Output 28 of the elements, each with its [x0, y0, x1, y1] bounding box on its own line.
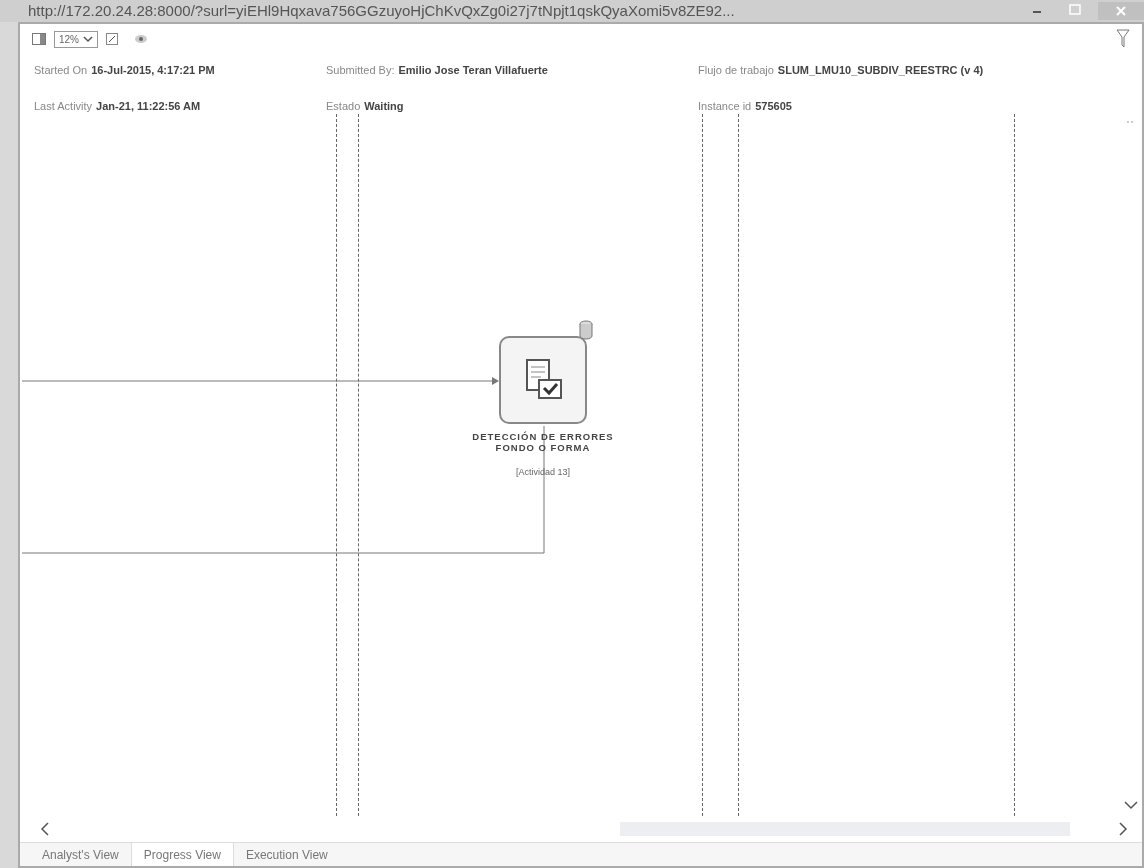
- field-label: Submitted By:: [326, 63, 395, 78]
- field-label: Flujo de trabajo: [698, 63, 774, 78]
- node-subtitle: [Actividad 13]: [515, 466, 571, 479]
- caret-icon: [83, 35, 93, 43]
- node-title: DETECCIÓN DE ERRORES FONDO O FORMA: [471, 432, 615, 454]
- activity-node[interactable]: [499, 336, 587, 424]
- field-label: Estado: [326, 98, 361, 114]
- fit-icon[interactable]: [106, 33, 118, 45]
- view-tab[interactable]: Execution View: [233, 843, 340, 866]
- field-value: 16-Jul-2015, 4:17:21 PM: [91, 63, 215, 78]
- filter-icon[interactable]: [1116, 29, 1130, 49]
- scroll-left-icon[interactable]: [40, 822, 50, 836]
- field-value: 575605: [755, 98, 792, 114]
- panel-icon[interactable]: [32, 33, 46, 45]
- view-tab[interactable]: Progress View: [130, 843, 234, 866]
- field-value: Jan-21, 11:22:56 AM: [96, 98, 201, 114]
- field-label: Instance id: [698, 98, 752, 114]
- database-icon: [578, 320, 594, 340]
- field-value: Emilio Jose Teran Villafuerte: [398, 63, 548, 78]
- field-label: Last Activity: [34, 98, 93, 114]
- field-value: SLUM_LMU10_SUBDIV_REESTRC (v 4): [777, 63, 984, 78]
- scroll-down-icon[interactable]: [1124, 800, 1138, 810]
- field-label: Started On: [34, 63, 88, 78]
- view-tab[interactable]: Analyst's View: [30, 843, 131, 866]
- eye-icon[interactable]: [134, 33, 148, 45]
- window-title: http://172.20.24.28:8000/?surl=yiEHl9Hqxava756GGzuyoHjChKvQxZg0i27j7tNpjt1qskQyaXomi5v8ZE92...: [28, 0, 736, 21]
- field-value: Waiting: [364, 98, 404, 114]
- zoom-dropdown[interactable]: 12%: [54, 30, 98, 48]
